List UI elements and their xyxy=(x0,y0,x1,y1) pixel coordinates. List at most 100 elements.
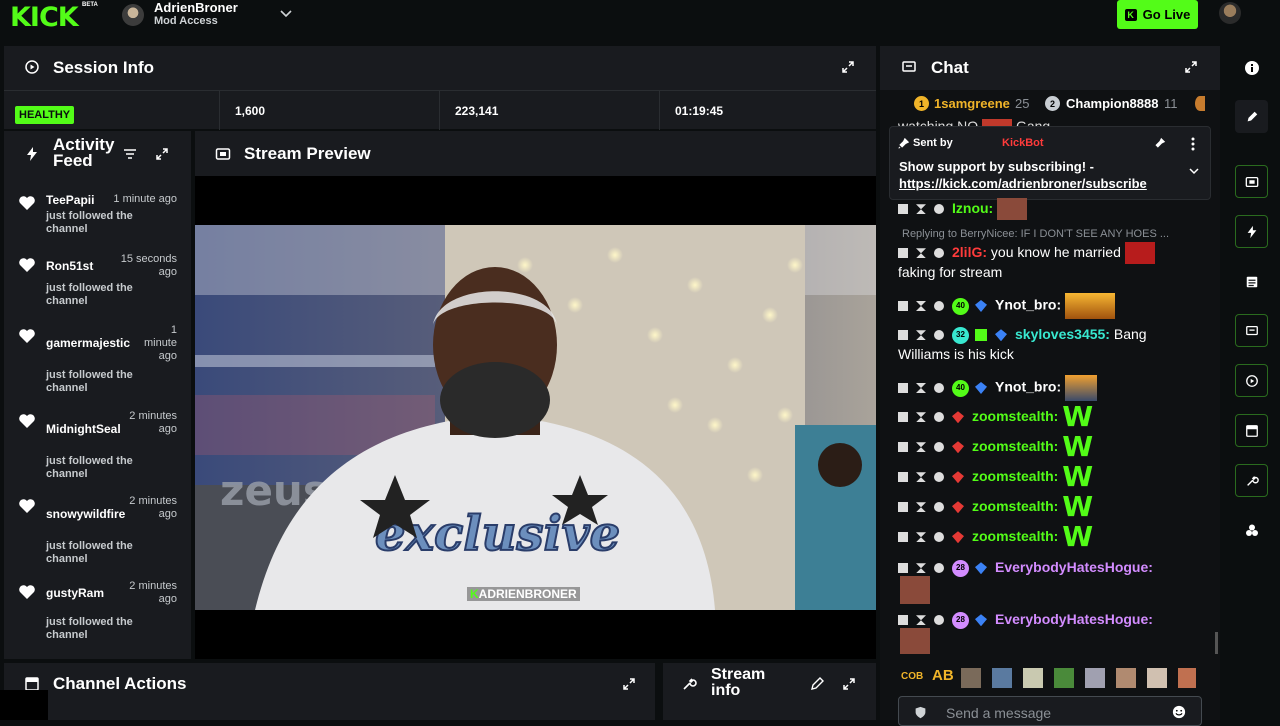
activity-feed-toggle[interactable] xyxy=(1235,215,1268,248)
emote[interactable] xyxy=(1178,668,1196,688)
more-icon[interactable] xyxy=(1190,137,1196,151)
chat-username[interactable]: Ynot_bro: xyxy=(995,379,1061,395)
chat-message[interactable]: zoomstealth: W xyxy=(898,403,1198,431)
chat-message[interactable]: 28 EverybodyHatesHogue: xyxy=(898,609,1198,629)
chat-username[interactable]: Iznou: xyxy=(952,200,993,216)
kick-logo[interactable]: KICK xyxy=(10,2,79,33)
stream-preview-toggle[interactable] xyxy=(1235,165,1268,198)
timeout-icon[interactable] xyxy=(916,502,926,513)
chat-message[interactable]: zoomstealth: W xyxy=(898,493,1198,521)
timeout-icon[interactable] xyxy=(916,204,926,215)
ban-icon[interactable] xyxy=(934,248,944,259)
session-info-toggle[interactable] xyxy=(1235,364,1268,397)
emote[interactable] xyxy=(1147,668,1167,688)
chat-message[interactable]: 32 skyloves3455: Bang xyxy=(898,324,1198,344)
chat-message[interactable]: 40 Ynot_bro: xyxy=(898,293,1198,319)
emote-cob[interactable]: COB xyxy=(901,671,923,682)
timeout-icon[interactable] xyxy=(916,330,926,341)
ban-icon[interactable] xyxy=(934,563,944,574)
chat-username[interactable]: zoomstealth: xyxy=(972,468,1058,484)
chat-message[interactable]: zoomstealth: W xyxy=(898,523,1198,551)
chat-message[interactable]: 28 EverybodyHatesHogue: xyxy=(898,557,1198,577)
chat-scrollbar[interactable] xyxy=(1215,632,1218,654)
ban-icon[interactable] xyxy=(934,502,944,513)
leader-name[interactable]: 1samgreene xyxy=(934,96,1010,111)
expand-icon[interactable] xyxy=(840,59,856,75)
chat-username[interactable]: zoomstealth: xyxy=(972,528,1058,544)
pinned-sender[interactable]: KickBot xyxy=(1002,137,1044,149)
delete-icon[interactable] xyxy=(898,248,908,259)
chat-username[interactable]: zoomstealth: xyxy=(972,438,1058,454)
chat-username[interactable]: Ynot_bro: xyxy=(995,297,1061,313)
emote[interactable] xyxy=(1023,668,1043,688)
chat-username[interactable]: EverybodyHatesHogue: xyxy=(995,611,1153,627)
delete-icon[interactable] xyxy=(898,301,908,311)
ban-icon[interactable] xyxy=(934,412,944,423)
channel-actions-toggle[interactable] xyxy=(1235,414,1268,447)
expand-icon[interactable] xyxy=(1183,59,1199,75)
ban-icon[interactable] xyxy=(934,615,944,626)
emote[interactable] xyxy=(961,668,981,688)
activity-username[interactable]: gustyRam xyxy=(46,586,104,600)
ban-icon[interactable] xyxy=(934,330,944,341)
ban-icon[interactable] xyxy=(934,383,944,393)
delete-icon[interactable] xyxy=(898,532,908,543)
expand-icon[interactable] xyxy=(154,146,170,162)
timeout-icon[interactable] xyxy=(916,472,926,483)
reply-context[interactable]: Replying to BerryNicee: IF I DON'T SEE A… xyxy=(902,228,1169,240)
ban-icon[interactable] xyxy=(934,301,944,311)
edit-icon[interactable] xyxy=(809,676,825,692)
ban-icon[interactable] xyxy=(934,204,944,215)
chat-input[interactable]: Send a message xyxy=(898,696,1202,726)
delete-icon[interactable] xyxy=(898,563,908,574)
delete-icon[interactable] xyxy=(898,383,908,393)
mod-log-toggle[interactable] xyxy=(1235,265,1268,298)
edit-layout-button[interactable] xyxy=(1235,100,1268,133)
chat-toggle[interactable] xyxy=(1235,314,1268,347)
delete-icon[interactable] xyxy=(898,412,908,423)
expand-icon[interactable] xyxy=(621,676,637,692)
go-live-button[interactable]: K Go Live xyxy=(1117,0,1198,29)
chat-username[interactable]: zoomstealth: xyxy=(972,498,1058,514)
video-player[interactable]: zeus exclusive KADRIENBRONER xyxy=(195,225,876,610)
ban-icon[interactable] xyxy=(934,532,944,543)
info-icon[interactable] xyxy=(1244,60,1260,76)
activity-username[interactable]: MidnightSeal xyxy=(46,422,121,436)
timeout-icon[interactable] xyxy=(916,383,926,393)
timeout-icon[interactable] xyxy=(916,248,926,259)
timeout-icon[interactable] xyxy=(916,615,926,626)
emote[interactable] xyxy=(1054,668,1074,688)
chevron-down-icon[interactable] xyxy=(277,4,295,22)
chat-username[interactable]: skyloves3455: xyxy=(1015,326,1110,342)
delete-icon[interactable] xyxy=(898,472,908,483)
chat-username[interactable]: zoomstealth: xyxy=(972,408,1058,424)
delete-icon[interactable] xyxy=(898,442,908,453)
timeout-icon[interactable] xyxy=(916,301,926,311)
activity-username[interactable]: TeePapii xyxy=(46,193,94,207)
chat-message[interactable]: zoomstealth: W xyxy=(898,433,1198,461)
emote[interactable] xyxy=(1085,668,1105,688)
chat-message[interactable]: 2lilG: you know he married xyxy=(898,242,1198,265)
timeout-icon[interactable] xyxy=(916,442,926,453)
filter-icon[interactable] xyxy=(122,146,138,162)
chat-username[interactable]: 2lilG: xyxy=(952,244,987,260)
expand-icon[interactable] xyxy=(841,676,857,692)
timeout-icon[interactable] xyxy=(916,532,926,543)
delete-icon[interactable] xyxy=(898,204,908,215)
activity-username[interactable]: gamermajestic xyxy=(46,336,130,350)
timeout-icon[interactable] xyxy=(916,563,926,574)
chat-message[interactable]: 40 Ynot_bro: xyxy=(898,375,1198,401)
ban-icon[interactable] xyxy=(934,442,944,453)
chevron-down-icon[interactable] xyxy=(1188,165,1200,177)
community-icon[interactable] xyxy=(1244,523,1260,539)
activity-username[interactable]: Ron51st xyxy=(46,259,93,273)
delete-icon[interactable] xyxy=(898,502,908,513)
delete-icon[interactable] xyxy=(898,330,908,341)
chat-username[interactable]: EverybodyHatesHogue: xyxy=(995,559,1153,575)
activity-username[interactable]: snowywildfire xyxy=(46,507,125,521)
leader-name[interactable]: Champion8888 xyxy=(1066,96,1158,111)
pinned-link[interactable]: https://kick.com/adrienbroner/subscribe xyxy=(899,176,1147,191)
emote-ab[interactable]: AB xyxy=(932,667,954,684)
emote[interactable] xyxy=(992,668,1012,688)
delete-icon[interactable] xyxy=(898,615,908,626)
